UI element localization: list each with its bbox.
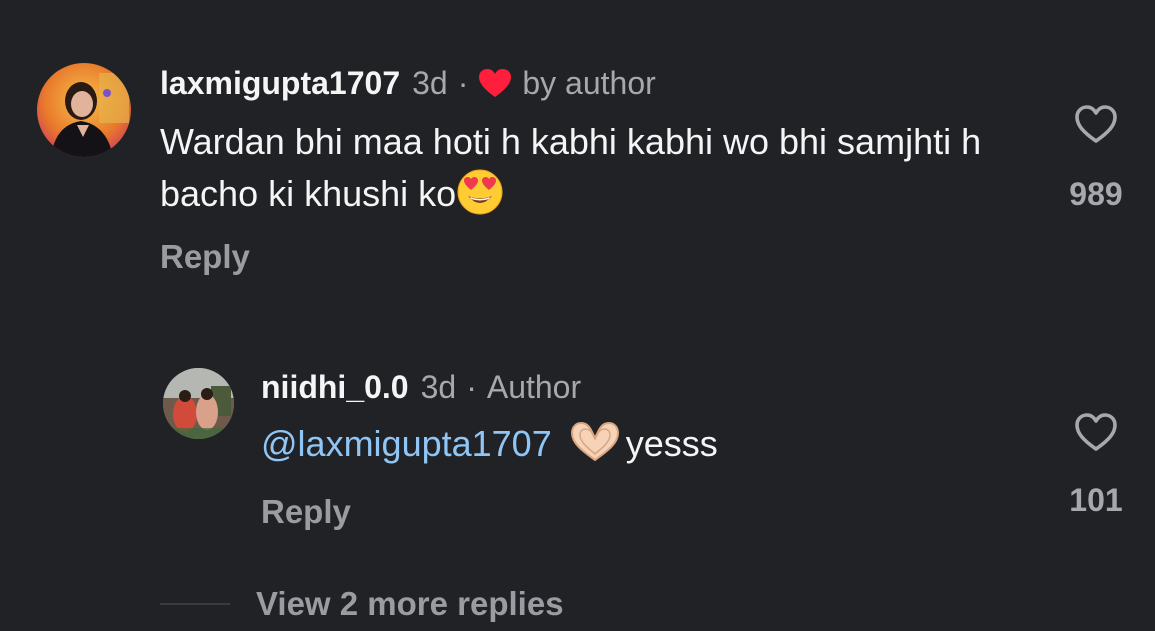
view-more-replies-button[interactable]: View 2 more replies [256,585,564,623]
comment-time: 3d [412,64,448,101]
like-count: 989 [1069,176,1123,212]
like-count: 101 [1069,482,1123,518]
mention-link[interactable]: @laxmigupta1707 [261,423,552,464]
comment-text: Wardan bhi maa hoti h kabhi kabhi wo bhi… [160,116,1020,220]
liked-by-author-label: by author [522,64,656,101]
profile-photo [37,63,131,157]
reply-button[interactable]: Reply [160,238,250,276]
author-label: Author [486,368,582,405]
comments-thread: laxmigupta1707 3d · by author Wardan bhi… [0,0,1155,631]
like-control: 989 [1060,100,1132,213]
separator-dot: · [466,368,477,405]
like-control: 101 [1060,408,1132,519]
heart-icon [478,68,512,98]
avatar[interactable] [37,63,131,157]
reply-text-content: yesss [625,423,718,464]
comment-text-content: Wardan bhi maa hoti h kabhi kabhi wo bhi… [160,121,982,214]
heart-eyes-emoji-icon [456,168,504,216]
reply-time: 3d [420,368,457,405]
reply-button[interactable]: Reply [261,493,351,531]
reply-header: niidhi_0.0 3d · Author [261,366,581,408]
comment-header: laxmigupta1707 3d · by author [160,62,656,104]
heart-outline-icon[interactable] [1072,408,1120,456]
profile-photo [163,368,234,439]
separator-dot: · [457,64,469,101]
comment-username[interactable]: laxmigupta1707 [160,65,400,102]
heart-outline-icon[interactable] [1072,100,1120,148]
heart-hands-emoji-icon [566,420,624,462]
divider [160,603,230,605]
reply-text: @laxmigupta1707 yesss [261,418,718,470]
reply-username[interactable]: niidhi_0.0 [261,369,409,406]
reply-avatar[interactable] [163,368,234,439]
